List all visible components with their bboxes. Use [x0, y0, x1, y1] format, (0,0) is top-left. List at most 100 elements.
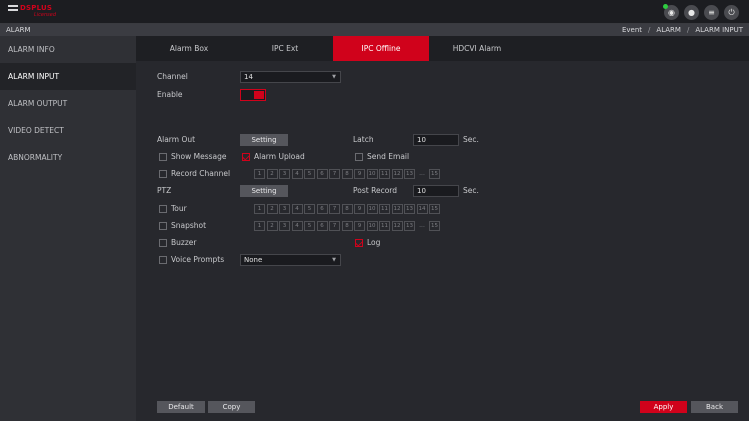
snapshot-label: Snapshot	[171, 221, 207, 230]
tour-channel-1[interactable]: 1	[254, 204, 265, 214]
alarm-upload-checkbox[interactable]	[242, 153, 250, 161]
record-channel-6[interactable]: 6	[316, 169, 328, 179]
snapshot-channel-15[interactable]: 15	[429, 221, 440, 231]
tour-channel-13[interactable]: 13	[404, 204, 415, 214]
ptz-setting-button[interactable]: Setting	[240, 185, 288, 197]
tour-channel-2[interactable]: 2	[266, 204, 278, 214]
snapshot-channel-9[interactable]: 9	[354, 221, 365, 231]
snapshot-channel-ellipsis: ...	[419, 222, 425, 229]
record-channel-7[interactable]: 7	[329, 169, 340, 179]
sidebar-item-alarm-output[interactable]: ALARM OUTPUT	[0, 90, 136, 117]
record-channel-grid: 1 2 3 4 5 6 7 8 9 10 11 12 13 ... 15	[254, 169, 440, 179]
sidebar-item-video-detect[interactable]: VIDEO DETECT	[0, 117, 136, 144]
snapshot-channel-5[interactable]: 5	[304, 221, 315, 231]
tour-channel-12[interactable]: 12	[391, 204, 403, 214]
buzzer-label: Buzzer	[171, 238, 197, 247]
record-channel-5[interactable]: 5	[304, 169, 315, 179]
snapshot-channel-13[interactable]: 13	[404, 221, 415, 231]
record-channel-10[interactable]: 10	[366, 169, 378, 179]
snapshot-checkbox[interactable]	[159, 222, 167, 230]
tour-channel-11[interactable]: 11	[379, 204, 390, 214]
chevron-down-icon: ▼	[332, 74, 336, 80]
record-channel-2[interactable]: 2	[266, 169, 278, 179]
post-record-label: Post Record	[353, 186, 397, 195]
tour-channel-8[interactable]: 8	[341, 204, 353, 214]
tab-hdcvi-alarm[interactable]: HDCVI Alarm	[429, 36, 525, 61]
channel-label: Channel	[157, 72, 188, 81]
tour-channel-10[interactable]: 10	[366, 204, 378, 214]
snapshot-channel-6[interactable]: 6	[316, 221, 328, 231]
record-channel-4[interactable]: 4	[291, 169, 303, 179]
apply-button[interactable]: Apply	[640, 401, 687, 413]
record-channel-11[interactable]: 11	[379, 169, 390, 179]
tour-channel-15[interactable]: 15	[429, 204, 440, 214]
snapshot-channel-10[interactable]: 10	[366, 221, 378, 231]
tour-checkbox[interactable]	[159, 205, 167, 213]
tour-channel-6[interactable]: 6	[316, 204, 328, 214]
tour-channel-9[interactable]: 9	[354, 204, 365, 214]
record-channel-15[interactable]: 15	[429, 169, 440, 179]
tour-channel-14[interactable]: 14	[416, 204, 428, 214]
record-channel-9[interactable]: 9	[354, 169, 365, 179]
chevron-down-icon: ▼	[332, 257, 336, 263]
record-channel-8[interactable]: 8	[341, 169, 353, 179]
snapshot-channel-4[interactable]: 4	[291, 221, 303, 231]
brand-logo: DSPLUS Licensed	[8, 4, 58, 20]
power-icon[interactable]: ⏻	[724, 5, 739, 20]
eye-icon[interactable]: ◉	[663, 4, 679, 20]
voice-prompts-select[interactable]: None ▼	[240, 254, 341, 266]
tour-channel-5[interactable]: 5	[304, 204, 315, 214]
back-button[interactable]: Back	[691, 401, 738, 413]
snapshot-channel-2[interactable]: 2	[266, 221, 278, 231]
tour-channel-4[interactable]: 4	[291, 204, 303, 214]
brand-sub: Licensed	[34, 12, 57, 18]
copy-button[interactable]: Copy	[208, 401, 255, 413]
snapshot-channel-grid: 1 2 3 4 5 6 7 8 9 10 11 12 13 ... 15	[254, 221, 440, 231]
snapshot-channel-8[interactable]: 8	[341, 221, 353, 231]
record-channel-1[interactable]: 1	[254, 169, 265, 179]
snapshot-channel-1[interactable]: 1	[254, 221, 265, 231]
breadcrumb-item-event[interactable]: Event	[622, 26, 642, 34]
record-channel-3[interactable]: 3	[279, 169, 290, 179]
breadcrumb-item-alarm[interactable]: ALARM	[656, 26, 681, 34]
tour-channel-3[interactable]: 3	[279, 204, 290, 214]
record-channel-13[interactable]: 13	[404, 169, 415, 179]
tour-channel-grid: 1 2 3 4 5 6 7 8 9 10 11 12 13 14 15	[254, 204, 440, 214]
channel-select[interactable]: 14 ▼	[240, 71, 341, 83]
send-email-checkbox[interactable]	[355, 153, 363, 161]
sidebar-item-alarm-input[interactable]: ALARM INPUT	[0, 63, 136, 90]
tab-alarm-box[interactable]: Alarm Box	[141, 36, 237, 61]
buzzer-checkbox[interactable]	[159, 239, 167, 247]
show-message-checkbox[interactable]	[159, 153, 167, 161]
alarm-out-setting-button[interactable]: Setting	[240, 134, 288, 146]
log-label: Log	[367, 238, 381, 247]
log-checkbox[interactable]	[355, 239, 363, 247]
snapshot-channel-3[interactable]: 3	[279, 221, 290, 231]
tab-ipc-ext[interactable]: IPC Ext	[237, 36, 333, 61]
snapshot-channel-7[interactable]: 7	[329, 221, 340, 231]
default-button[interactable]: Default	[157, 401, 205, 413]
tour-channel-7[interactable]: 7	[329, 204, 340, 214]
header-icon-group: ◉ ● ≡ ⏻	[663, 4, 739, 20]
post-record-input[interactable]: 10	[413, 185, 459, 197]
user-icon[interactable]: ●	[684, 5, 699, 20]
latch-input[interactable]: 10	[413, 134, 459, 146]
sidebar-item-alarm-info[interactable]: ALARM INFO	[0, 36, 136, 63]
menu-icon[interactable]: ≡	[704, 5, 719, 20]
record-channel-label: Record Channel	[171, 169, 231, 178]
sidebar-item-abnormality[interactable]: ABNORMALITY	[0, 144, 136, 171]
snapshot-channel-12[interactable]: 12	[391, 221, 403, 231]
record-channel-12[interactable]: 12	[391, 169, 403, 179]
tab-ipc-offline[interactable]: IPC Offline	[333, 36, 429, 61]
record-channel-checkbox[interactable]	[159, 170, 167, 178]
record-channel-ellipsis: ...	[419, 170, 425, 177]
breadcrumb-item-alarm-input: ALARM INPUT	[695, 26, 743, 34]
settings-panel: Channel 14 ▼ Enable Alarm Out Setting Lat…	[136, 61, 749, 421]
voice-prompts-checkbox[interactable]	[159, 256, 167, 264]
page-title: ALARM	[6, 26, 31, 34]
snapshot-channel-11[interactable]: 11	[379, 221, 390, 231]
breadcrumb: Event / ALARM / ALARM INPUT	[621, 26, 743, 34]
brand-name: DSPLUS	[20, 4, 53, 12]
enable-toggle[interactable]	[240, 89, 266, 101]
title-bar: ALARM Event / ALARM / ALARM INPUT	[0, 24, 749, 36]
